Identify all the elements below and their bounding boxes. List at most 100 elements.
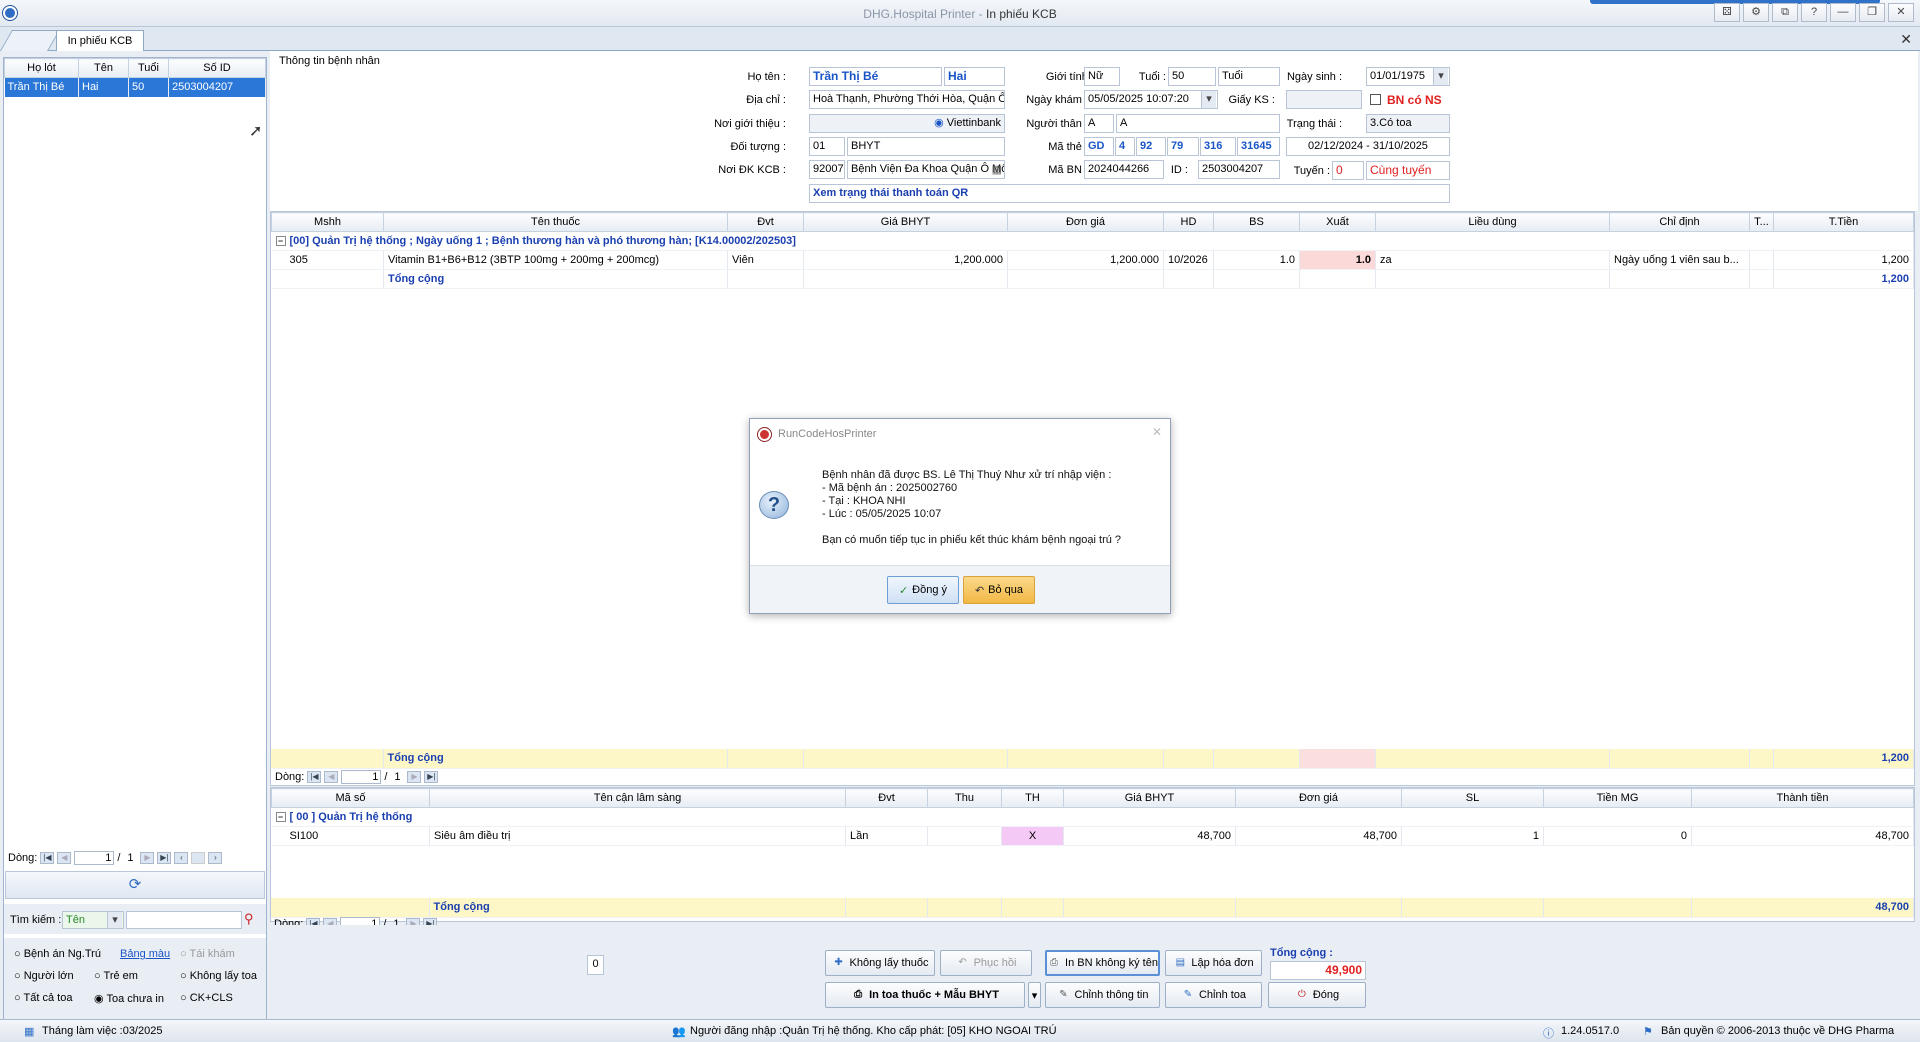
last-page-icon[interactable]: ▶|	[157, 852, 172, 864]
radio-tat-ca-toa[interactable]: ○ Tất cả toa	[14, 992, 72, 1004]
ngay-sinh-field[interactable]: 01/01/1975	[1366, 67, 1450, 86]
cell-th[interactable]: X	[1001, 826, 1064, 846]
col-lieu-dung[interactable]: Liều dùng	[1375, 212, 1610, 232]
first-page-icon[interactable]: |◀	[40, 852, 55, 864]
chinh-thong-tin-button[interactable]: ✎ Chỉnh thông tin	[1045, 982, 1160, 1008]
layout-icon[interactable]: ⧉	[1772, 3, 1798, 22]
col-hd[interactable]: HD	[1163, 212, 1214, 232]
search-input[interactable]	[126, 911, 242, 929]
in-bn-khong-ky-ten-button[interactable]: ⎙ In BN không ký tên	[1045, 950, 1160, 976]
col-chi-dinh[interactable]: Chỉ định	[1609, 212, 1750, 232]
col-ten-thuoc[interactable]: Tên thuốc	[383, 212, 728, 232]
ho-lot-field[interactable]: Trần Thị Bé	[809, 67, 942, 86]
bo-qua-button[interactable]: ↶ Bỏ qua	[963, 576, 1035, 604]
ngay-kham-field[interactable]: 05/05/2025 10:07:20	[1084, 90, 1218, 109]
radio-tre-em[interactable]: ○ Trẻ em	[94, 970, 138, 982]
first-page-icon[interactable]: |◀	[307, 771, 322, 783]
col-th[interactable]: TH	[1001, 788, 1064, 808]
monitor-icon[interactable]: ⚄	[1714, 3, 1740, 22]
ma-the-4[interactable]: 79	[1167, 137, 1199, 156]
settings-icon[interactable]: ⚙	[1743, 3, 1769, 22]
col-dvt[interactable]: Đvt	[845, 788, 928, 808]
col-xuat[interactable]: Xuất	[1299, 212, 1376, 232]
radio-nguoi-lon[interactable]: ○ Người lớn	[14, 970, 74, 982]
counter-field[interactable]: 0	[587, 955, 604, 975]
trang-thai-field[interactable]: 3.Có toa	[1366, 114, 1450, 133]
nguoi-than-2[interactable]: A	[1116, 114, 1280, 133]
help-button[interactable]: ?	[1801, 3, 1827, 22]
lap-hoa-don-button[interactable]: ▤ Lập hóa đơn	[1165, 950, 1262, 976]
tuoi-field[interactable]: 50	[1168, 67, 1216, 86]
qr-status-link[interactable]: Xem trạng thái thanh toán QR	[809, 184, 1450, 203]
tuoi-unit-field[interactable]: Tuổi	[1218, 67, 1280, 86]
tab-close-icon[interactable]: ✕	[1900, 31, 1912, 48]
ma-bn-field[interactable]: 2024044266	[1084, 160, 1164, 179]
dong-y-button[interactable]: ✓ Đồng ý	[887, 576, 959, 604]
noi-dk-field[interactable]: Bệnh Viện Đa Khoa Quận Ô Môn ▦	[847, 160, 1005, 179]
bang-mau-link[interactable]: Bảng màu	[120, 948, 170, 960]
col-ten[interactable]: Tên	[78, 58, 129, 78]
col-t-tien[interactable]: T.Tiền	[1773, 212, 1914, 232]
col-bs[interactable]: BS	[1213, 212, 1300, 232]
col-dvt[interactable]: Đvt	[727, 212, 804, 232]
ma-the-1[interactable]: GD	[1084, 137, 1114, 156]
chinh-toa-button[interactable]: ✎ Chỉnh toa	[1165, 982, 1262, 1008]
tuyen-ma[interactable]: 0	[1332, 161, 1364, 180]
in-toa-thuoc-button[interactable]: ⎙ In toa thuốc + Mẫu BHYT	[825, 982, 1025, 1008]
bn-co-ns-checkbox[interactable]	[1370, 94, 1381, 105]
noi-gioi-thieu-field[interactable]: ◉ Viettinbank	[809, 114, 1005, 133]
group-row[interactable]: −[ 00 ] Quản Trị hệ thống	[271, 807, 1914, 827]
phuc-hoi-button[interactable]: ↶ Phục hồi	[940, 950, 1032, 976]
nguoi-than-1[interactable]: A	[1084, 114, 1114, 133]
search-mode-select[interactable]: Tên	[62, 911, 124, 929]
next-page-icon[interactable]: ▶	[407, 771, 422, 783]
ten-field[interactable]: Hai	[944, 67, 1005, 86]
col-tuoi[interactable]: Tuổi	[128, 58, 169, 78]
ma-the-3[interactable]: 92	[1136, 137, 1166, 156]
scroll-right-icon[interactable]: ›	[208, 852, 223, 864]
tab-blank[interactable]	[0, 30, 61, 51]
ma-the-6[interactable]: 31645	[1237, 137, 1280, 156]
col-don-gia[interactable]: Đơn giá	[1235, 788, 1402, 808]
gioi-tinh-field[interactable]: Nữ	[1084, 67, 1120, 86]
radio-ck-cls[interactable]: ○ CK+CLS	[180, 992, 233, 1004]
giay-ks-field[interactable]	[1286, 90, 1362, 109]
group-row[interactable]: − [00] Quản Trị hệ thống ; Ngày uống 1 ; …	[271, 231, 1914, 251]
close-button[interactable]: ✕	[1888, 3, 1914, 22]
in-toa-dropdown[interactable]: ▾	[1028, 982, 1041, 1008]
khong-lay-thuoc-button[interactable]: ✚ Không lấy thuốc	[825, 950, 935, 976]
col-sl[interactable]: SL	[1401, 788, 1544, 808]
minimize-button[interactable]: —	[1830, 3, 1856, 22]
col-so-id[interactable]: Số ID	[168, 58, 266, 78]
col-tien-mg[interactable]: Tiền MG	[1543, 788, 1692, 808]
radio-toa-chua-in[interactable]: ◉ Toa chưa in	[94, 992, 164, 1005]
col-ma-so[interactable]: Mã số	[271, 788, 430, 808]
tab-in-phieu-kcb[interactable]: In phiếu KCB	[56, 30, 144, 51]
col-thanh-tien[interactable]: Thành tiền	[1691, 788, 1914, 808]
col-gia-bhyt[interactable]: Giá BHYT	[1063, 788, 1236, 808]
page-input[interactable]: 1	[341, 770, 382, 784]
ma-the-5[interactable]: 316	[1200, 137, 1236, 156]
col-ho-lot[interactable]: Họ lót	[4, 58, 79, 78]
table-row[interactable]: 305 Vitamin B1+B6+B12 (3BTP 100mg + 200m…	[271, 250, 1914, 270]
maximize-button[interactable]: ❐	[1859, 3, 1885, 22]
noi-dk-ma[interactable]: 92007	[809, 160, 845, 179]
col-ten-cls[interactable]: Tên cận lâm sàng	[429, 788, 846, 808]
collapse-icon[interactable]: −	[275, 812, 286, 822]
ma-the-2[interactable]: 4	[1115, 137, 1135, 156]
dong-button[interactable]: ⏻ Đóng	[1268, 982, 1366, 1008]
next-page-icon[interactable]: ▶	[140, 852, 155, 864]
doi-tuong-ma[interactable]: 01	[809, 137, 845, 156]
lookup-icon[interactable]: ▦	[992, 162, 1002, 178]
col-don-gia[interactable]: Đơn giá	[1007, 212, 1164, 232]
prev-page-icon[interactable]: ◀	[57, 852, 72, 864]
id-field[interactable]: 2503004207	[1198, 160, 1280, 179]
col-gia-bhyt[interactable]: Giá BHYT	[803, 212, 1008, 232]
radio-khong-lay-toa[interactable]: ○ Không lấy toa	[180, 970, 257, 982]
scroll-left-icon[interactable]: ‹	[174, 852, 189, 864]
table-row[interactable]: Trần Thị Bé Hai 50 2503004207	[4, 77, 266, 97]
col-mshh[interactable]: Mshh	[271, 212, 384, 232]
search-icon[interactable]: ⚲	[244, 911, 262, 929]
prev-page-icon[interactable]: ◀	[324, 771, 339, 783]
tuyen-field[interactable]: Cùng tuyến	[1366, 161, 1450, 180]
